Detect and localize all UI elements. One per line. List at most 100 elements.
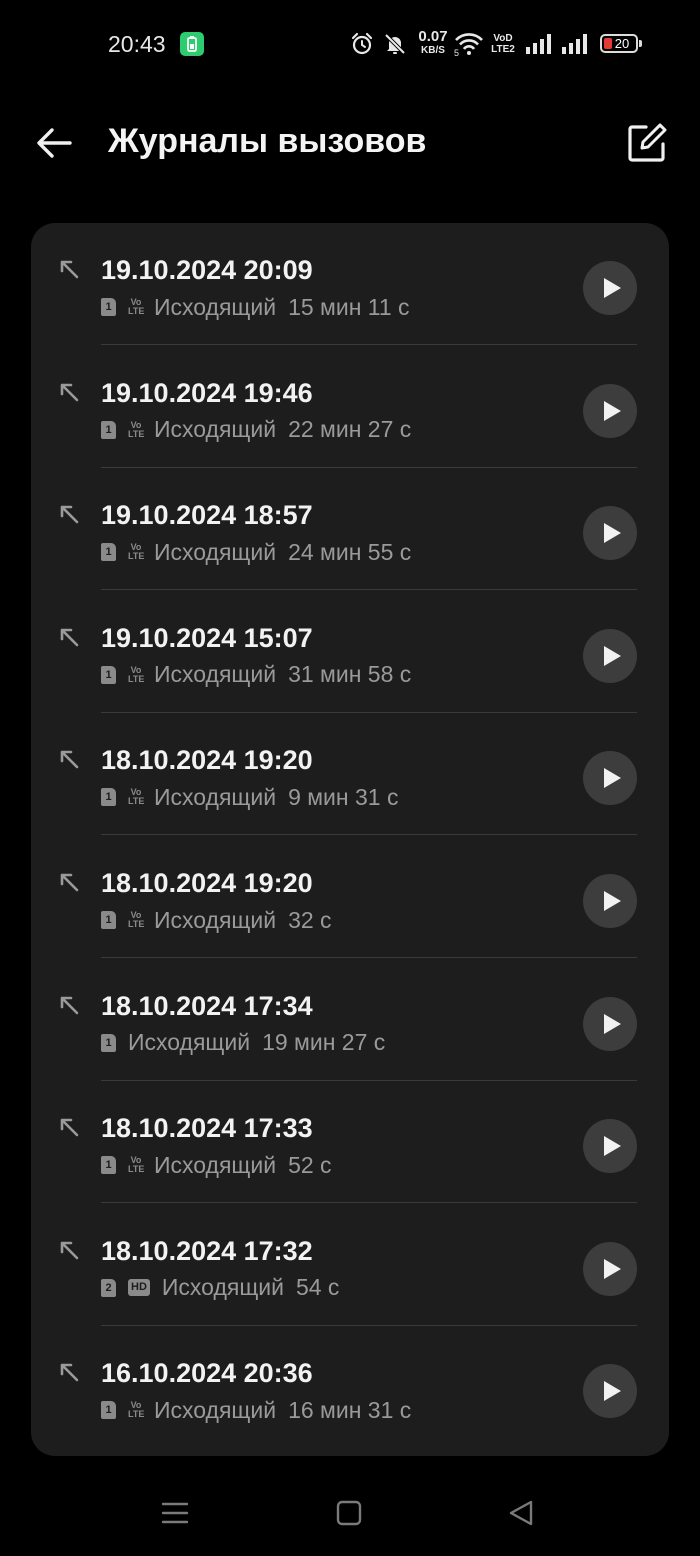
call-type: Исходящий [154, 783, 277, 810]
home-icon[interactable] [334, 1498, 364, 1528]
play-icon [604, 1381, 621, 1402]
call-meta: 1 Vo LTE Исходящий 15 мин 11 с [101, 294, 410, 320]
call-datetime: 19.10.2024 18:57 [101, 500, 313, 531]
net-speed-value: 0.07 [418, 28, 448, 45]
outgoing-call-icon [60, 996, 79, 1014]
call-type: Исходящий [154, 906, 277, 933]
call-log-row[interactable]: 18.10.2024 17:32 2 HD Исходящий 54 с [31, 1204, 669, 1326]
call-meta: 1 Исходящий 19 мин 27 с [101, 1029, 385, 1056]
back-icon[interactable] [506, 1498, 536, 1528]
edit-icon[interactable] [622, 118, 672, 168]
call-datetime: 18.10.2024 19:20 [101, 745, 313, 776]
call-duration: 16 мин 31 с [288, 1396, 412, 1423]
play-icon [604, 645, 621, 666]
volte-line2: LTE2 [491, 44, 515, 55]
wifi-badge: 5 [454, 48, 459, 57]
call-log-row[interactable]: 18.10.2024 17:34 1 Исходящий 19 мин 27 с [31, 959, 669, 1081]
volte-icon: Vo LTE [128, 297, 145, 316]
sim-icon: 2 [101, 1278, 116, 1297]
call-meta: 1 Vo LTE Исходящий 52 с [101, 1152, 332, 1178]
play-recording-button[interactable] [583, 383, 637, 438]
call-duration: 32 с [288, 906, 332, 933]
arrow-left-icon[interactable] [30, 118, 80, 168]
battery-saver-icon [180, 32, 204, 56]
play-recording-button[interactable] [583, 874, 637, 928]
sim-icon: 1 [101, 420, 116, 439]
call-datetime: 19.10.2024 15:07 [101, 622, 313, 653]
call-log-row[interactable]: 19.10.2024 20:09 1 Vo LTE Исходящий 15 мин 1… [31, 223, 669, 345]
call-type: Исходящий [154, 1396, 277, 1423]
play-recording-button[interactable] [583, 751, 637, 806]
call-meta: 1 Vo LTE Исходящий 16 мин 31 с [101, 1397, 411, 1423]
signal-sim2-icon [562, 34, 587, 54]
wifi-icon: 5 [454, 33, 483, 57]
volte-icon: Vo LTE [128, 1155, 145, 1175]
call-datetime: 18.10.2024 17:32 [101, 1235, 313, 1266]
call-log-row[interactable]: 16.10.2024 20:36 1 Vo LTE Исходящий 16 мин 3… [31, 1326, 669, 1448]
sim-icon: 1 [101, 1033, 116, 1052]
play-icon [604, 1258, 621, 1279]
play-recording-button[interactable] [583, 996, 637, 1051]
call-type: Исходящий [154, 661, 277, 688]
hd-voice-icon: HD [128, 1279, 150, 1297]
status-time: 20:43 [108, 31, 166, 57]
sim-icon: 1 [101, 1156, 116, 1175]
app-header: Журналы вызовов [0, 100, 700, 190]
play-icon [604, 1136, 621, 1157]
play-recording-button[interactable] [583, 261, 637, 315]
call-duration: 15 мин 11 с [288, 293, 410, 320]
call-type: Исходящий [154, 538, 277, 565]
volte-icon: Vo LTE [128, 1400, 145, 1420]
call-log-screen: 20:43 0.07 KB/S 5 VoD LTE2 20 Журналы вы… [0, 0, 700, 1556]
sim-icon: 1 [101, 665, 116, 684]
call-datetime: 19.10.2024 20:09 [101, 255, 313, 285]
call-datetime: 16.10.2024 20:36 [101, 1358, 313, 1389]
call-type: Исходящий [154, 293, 277, 320]
play-recording-button[interactable] [583, 1241, 637, 1296]
call-duration: 54 с [295, 1274, 340, 1301]
outgoing-call-icon [60, 505, 79, 524]
outgoing-call-icon [60, 260, 79, 279]
outgoing-call-icon [60, 751, 79, 769]
call-meta: 1 Vo LTE Исходящий 31 мин 58 с [101, 661, 411, 688]
volte-line1: VoD [493, 33, 513, 44]
play-icon [604, 278, 621, 298]
call-log-row[interactable]: 18.10.2024 17:33 1 Vo LTE Исходящий 52 с [31, 1081, 669, 1204]
call-datetime: 19.10.2024 19:46 [101, 377, 313, 408]
call-meta: 1 Vo LTE Исходящий 32 с [101, 907, 332, 933]
call-type: Исходящий [154, 416, 277, 443]
play-recording-button[interactable] [583, 1364, 637, 1419]
sim-icon: 1 [101, 1401, 116, 1420]
battery-level: 20 [614, 36, 630, 51]
sim-icon: 1 [101, 788, 116, 807]
outgoing-call-icon [60, 1118, 79, 1137]
sim-icon: 1 [101, 543, 116, 562]
play-recording-button[interactable] [583, 628, 637, 683]
volte-icon: Vo LTE [128, 419, 145, 439]
call-log-row[interactable]: 19.10.2024 18:57 1 Vo LTE Исходящий 24 мин 5… [31, 468, 669, 591]
call-type: Исходящий [128, 1029, 251, 1056]
net-speed-unit: KB/S [421, 45, 445, 56]
alarm-icon [351, 32, 373, 55]
play-recording-button[interactable] [583, 1119, 637, 1174]
call-log-row[interactable]: 19.10.2024 19:46 1 Vo LTE Исходящий 22 мин 2… [31, 346, 669, 468]
status-bar: 20:43 0.07 KB/S 5 VoD LTE2 20 [0, 0, 700, 90]
play-icon [604, 400, 621, 421]
outgoing-call-icon [60, 628, 79, 647]
call-type: Исходящий [154, 1151, 277, 1178]
call-log-row[interactable]: 19.10.2024 15:07 1 Vo LTE Исходящий 31 мин 5… [31, 591, 669, 713]
play-icon [604, 768, 621, 789]
play-recording-button[interactable] [583, 506, 637, 561]
call-datetime: 18.10.2024 19:20 [101, 868, 313, 898]
call-log-list: 19.10.2024 20:09 1 Vo LTE Исходящий 15 мин 1… [31, 223, 669, 1456]
outgoing-call-icon [60, 1364, 79, 1382]
call-meta: 1 Vo LTE Исходящий 24 мин 55 с [101, 539, 411, 565]
call-duration: 52 с [288, 1151, 332, 1178]
recent-apps-icon[interactable] [160, 1498, 190, 1528]
call-meta: 2 HD Исходящий 54 с [101, 1274, 340, 1301]
call-log-row[interactable]: 18.10.2024 19:20 1 Vo LTE Исходящий 9 мин 31… [31, 713, 669, 836]
call-log-row[interactable]: 18.10.2024 19:20 1 Vo LTE Исходящий 32 с [31, 836, 669, 958]
call-datetime: 18.10.2024 17:34 [101, 990, 313, 1021]
signal-sim1-icon [526, 34, 551, 54]
call-type: Исходящий [161, 1274, 284, 1301]
